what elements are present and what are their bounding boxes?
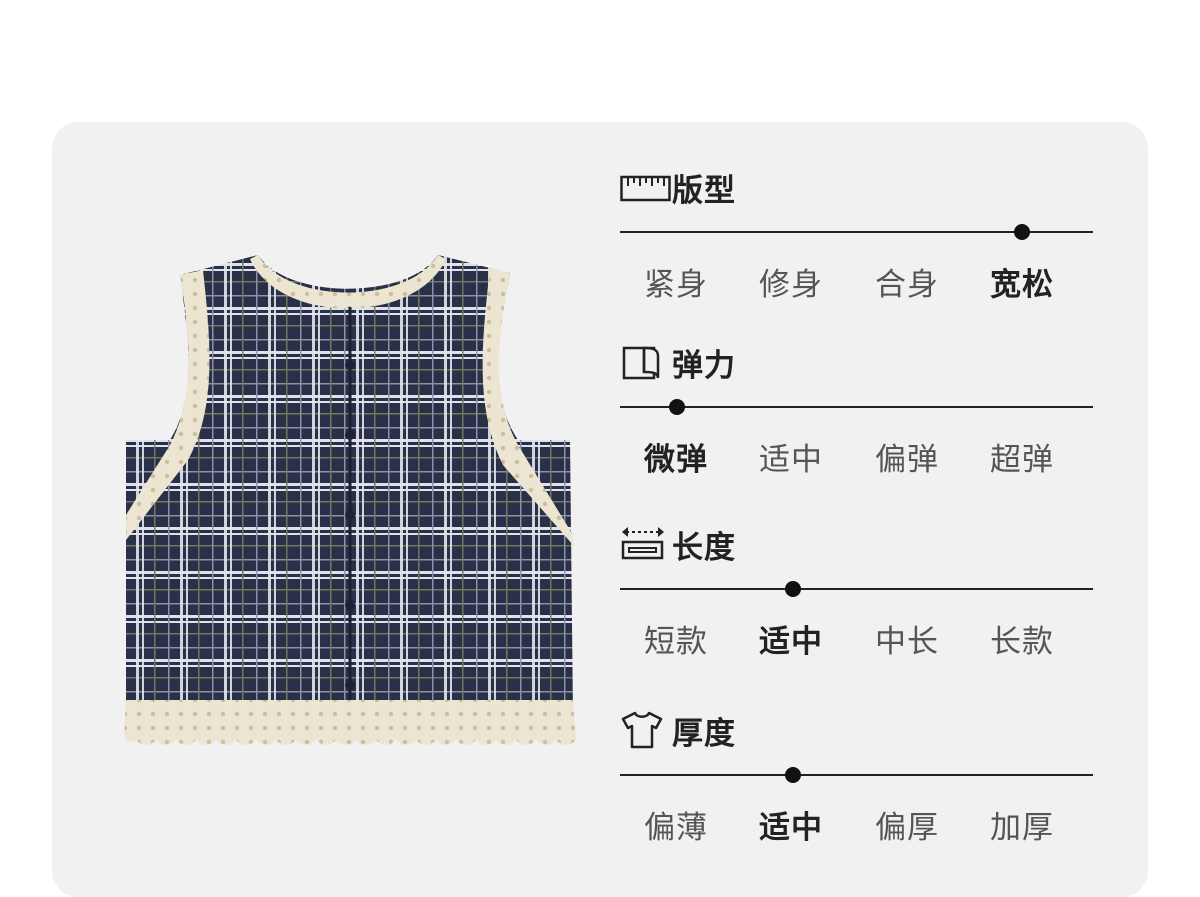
attr-option: 偏厚: [875, 810, 939, 846]
attr-option: 中长: [875, 624, 939, 660]
product-image-plaid-vest: [124, 255, 576, 745]
attr-option: 适中: [759, 624, 823, 660]
attr-option: 适中: [759, 442, 823, 478]
attr-option: 微弹: [644, 442, 708, 478]
attr-slider-track: [620, 581, 1093, 597]
attr-options: 偏薄 适中 偏厚 加厚: [620, 802, 1094, 846]
attr-level-dot: [784, 767, 801, 783]
attr-title: 弹力: [672, 347, 736, 384]
attr-slider-track: [620, 224, 1093, 240]
attr-options: 微弹 适中 偏弹 超弹: [620, 434, 1094, 478]
attr-title: 厚度: [672, 715, 736, 752]
attr-option: 紧身: [644, 267, 708, 303]
attr-option: 合身: [875, 267, 939, 303]
attr-slider-track: [620, 767, 1093, 783]
attr-option: 短款: [644, 624, 708, 660]
attr-title: 长度: [672, 529, 736, 566]
attr-level-dot: [1014, 224, 1031, 240]
attr-option: 超弹: [990, 442, 1054, 478]
tshirt-icon: [620, 708, 672, 752]
attr-option: 适中: [759, 810, 823, 846]
attr-level-dot: [784, 581, 801, 597]
attr-option: 偏薄: [644, 810, 708, 846]
fabric-roll-icon: [620, 340, 672, 384]
ruler-icon: [620, 165, 672, 209]
attr-slider-track: [620, 399, 1093, 415]
attr-title: 版型: [672, 172, 736, 209]
attr-option: 偏弹: [875, 442, 939, 478]
attr-option: 宽松: [990, 267, 1054, 303]
attr-level-dot: [668, 399, 685, 415]
attr-options: 紧身 修身 合身 宽松: [620, 259, 1094, 303]
attr-option: 长款: [990, 624, 1054, 660]
length-arrows-icon: [620, 522, 672, 566]
attr-options: 短款 适中 中长 长款: [620, 616, 1094, 660]
attr-option: 加厚: [990, 810, 1054, 846]
attr-option: 修身: [759, 267, 823, 303]
